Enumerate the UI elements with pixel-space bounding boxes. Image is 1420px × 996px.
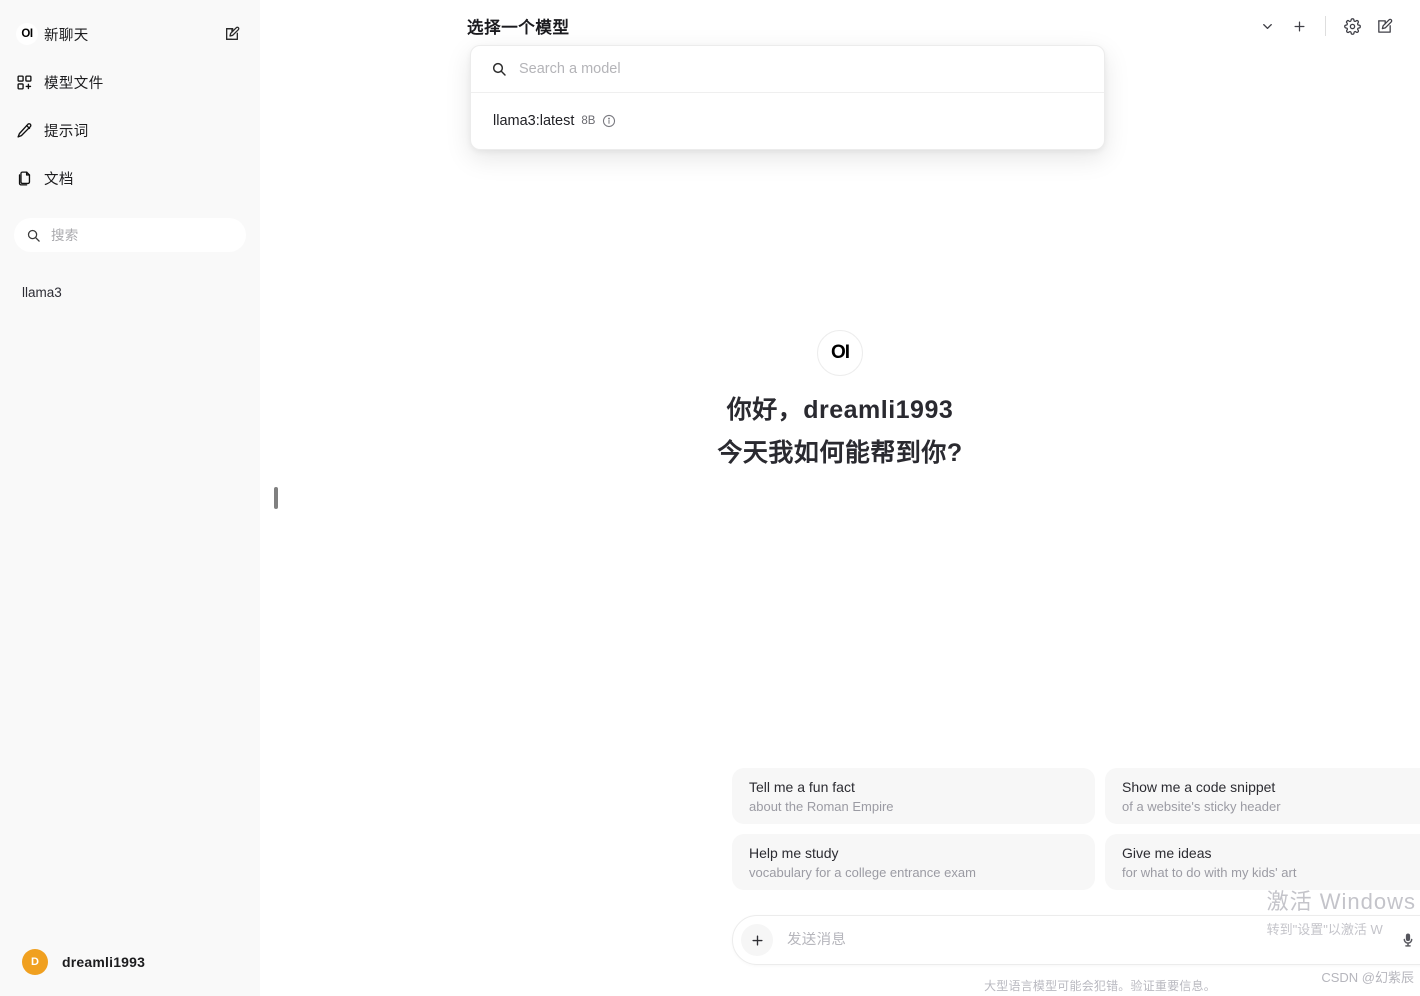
chat-history-item[interactable]: llama3 [14, 278, 246, 307]
suggestion-card[interactable]: Show me a code snippet of a website's st… [1105, 768, 1420, 824]
app-logo-icon: OI [16, 23, 44, 45]
model-search-input[interactable] [519, 61, 1084, 77]
sidebar-collapse-handle[interactable] [274, 487, 278, 509]
sidebar-search-input[interactable] [51, 227, 234, 243]
top-bar-actions [1253, 12, 1398, 40]
app-logo-text: OI [16, 23, 38, 45]
suggestion-title: Tell me a fun fact [749, 778, 855, 795]
main-content: 选择一个模型 Search a model llama3:latest 8B O… [260, 0, 1420, 996]
composer-area: 大型语言模型可能会犯错。验证重要信息。 [732, 915, 1420, 994]
sidebar: OI 新聊天 模型文件 提示词 文档 搜索 llama3 D dreamli19… [0, 0, 260, 996]
app-root: OI 新聊天 模型文件 提示词 文档 搜索 llama3 D dreamli19… [0, 0, 1420, 996]
compose-icon[interactable] [220, 22, 244, 46]
model-search-row[interactable] [471, 46, 1104, 93]
suggestion-card[interactable]: Give me ideas for what to do with my kid… [1105, 834, 1420, 890]
plus-icon[interactable] [741, 924, 773, 956]
search-icon [491, 61, 507, 77]
chevron-down-icon[interactable] [1253, 12, 1281, 40]
suggestion-subtitle: vocabulary for a college entrance exam [749, 864, 976, 880]
sidebar-item-documents[interactable]: 文档 [14, 160, 246, 196]
model-selector-button[interactable]: 选择一个模型 [467, 14, 570, 38]
disclaimer-text: 大型语言模型可能会犯错。验证重要信息。 [984, 979, 1216, 993]
suggestion-subtitle: about the Roman Empire [749, 798, 894, 814]
model-option-llama3[interactable]: llama3:latest 8B [471, 93, 1104, 149]
user-name-label: dreamli1993 [62, 954, 146, 970]
sidebar-item-new-chat[interactable]: OI 新聊天 [14, 16, 246, 52]
suggestion-card[interactable]: Help me study vocabulary for a college e… [732, 834, 1095, 890]
chat-history-list: llama3 [14, 278, 246, 938]
suggestion-subtitle: for what to do with my kids' art [1122, 864, 1297, 880]
plus-icon[interactable] [1285, 12, 1313, 40]
info-icon[interactable] [602, 114, 616, 128]
new-chat-label: 新聊天 [44, 27, 89, 44]
model-option-name: llama3:latest [493, 113, 575, 129]
sidebar-item-label: 提示词 [44, 123, 89, 140]
greeting-line-1: 你好，dreamli1993 [726, 396, 954, 424]
avatar: D [22, 949, 48, 975]
suggestion-title: Help me study [749, 844, 839, 861]
compose-icon[interactable] [1370, 12, 1398, 40]
divider [1325, 16, 1326, 36]
sidebar-item-label: 文档 [44, 171, 74, 188]
user-profile-button[interactable]: D dreamli1993 [14, 938, 246, 986]
greeting-line-2: 今天我如何能帮到你? [717, 439, 963, 467]
suggestion-subtitle: of a website's sticky header [1122, 798, 1281, 814]
model-option-size: 8B [581, 115, 596, 127]
grid-plus-icon [16, 74, 44, 91]
sidebar-item-label: 模型文件 [44, 75, 104, 92]
suggestion-cards: Tell me a fun fact about the Roman Empir… [732, 768, 1420, 890]
suggestion-title: Give me ideas [1122, 844, 1212, 861]
sidebar-search[interactable] [14, 218, 246, 252]
message-composer[interactable] [732, 915, 1420, 965]
suggestion-title: Show me a code snippet [1122, 778, 1276, 795]
sidebar-item-modelfiles[interactable]: 模型文件 [14, 64, 246, 100]
pencil-icon [16, 122, 44, 139]
hero-greeting: OI 你好，dreamli1993 今天我如何能帮到你? [260, 330, 1420, 469]
documents-icon [16, 170, 44, 187]
sidebar-item-prompts[interactable]: 提示词 [14, 112, 246, 148]
hero-logo-icon: OI [817, 330, 863, 376]
gear-icon[interactable] [1338, 12, 1366, 40]
model-dropdown-panel: llama3:latest 8B [470, 45, 1105, 150]
microphone-icon[interactable] [1393, 925, 1420, 955]
search-icon [26, 228, 41, 243]
suggestion-card[interactable]: Tell me a fun fact about the Roman Empir… [732, 768, 1095, 824]
message-input[interactable] [787, 932, 1393, 948]
